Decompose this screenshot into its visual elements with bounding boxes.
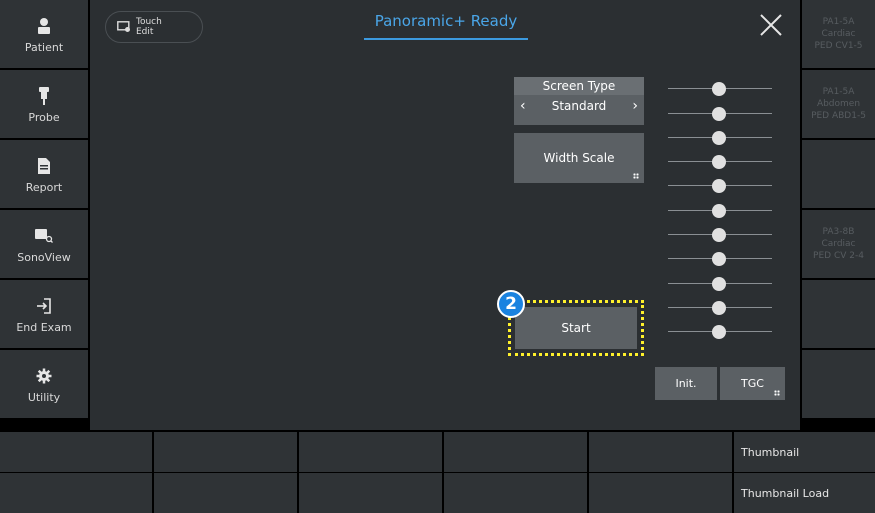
tgc-slider-knob[interactable] (712, 277, 726, 291)
tgc-slider-knob[interactable] (712, 131, 726, 145)
touch-edit-button[interactable]: Touch Edit (105, 11, 203, 43)
probe-preset: PED CV 2-4 (813, 251, 864, 261)
sidebar-item-patient[interactable]: Patient (0, 0, 88, 68)
bottom-cell[interactable] (589, 473, 732, 513)
screen-type-value: Standard (551, 99, 607, 113)
sidebar-item-label: Report (25, 180, 63, 194)
sidebar-item-end-exam[interactable]: End Exam (0, 280, 88, 348)
left-sidebar: Patient Probe Report SonoView End Exam U… (0, 0, 88, 430)
screen-type-label: Screen Type (514, 77, 644, 95)
tgc-slider-knob[interactable] (712, 301, 726, 315)
start-label: Start (561, 321, 591, 335)
tgc-slider[interactable] (668, 179, 772, 193)
probe-preset-1[interactable]: PA1-5A Cardiac PED CV1-5 (802, 0, 875, 68)
sidebar-item-label: Patient (24, 40, 64, 54)
probe-model: PA3-8B (822, 227, 855, 237)
bottom-cell[interactable] (444, 432, 587, 472)
tgc-button[interactable]: TGC (720, 367, 785, 400)
bottom-cell[interactable] (154, 473, 297, 513)
tgc-slider[interactable] (668, 204, 772, 218)
probe-application: Cardiac (821, 239, 856, 249)
grip-dots-icon (774, 390, 780, 396)
screen-type-control: Screen Type ‹ Standard › (514, 77, 644, 125)
tgc-slider[interactable] (668, 228, 772, 242)
tgc-slider[interactable] (668, 155, 772, 169)
chevron-right-icon[interactable]: › (632, 98, 638, 114)
tgc-slider-knob[interactable] (712, 252, 726, 266)
width-scale-label: Width Scale (543, 151, 615, 165)
probe-preset-6[interactable] (802, 350, 875, 418)
person-icon (36, 15, 52, 37)
tgc-slider-knob[interactable] (712, 82, 726, 96)
thumbnail-button[interactable]: Thumbnail (734, 432, 875, 472)
probe-preset: PED CV1-5 (814, 41, 863, 51)
probe-model: PA1-5A (822, 17, 855, 27)
thumbnail-label: Thumbnail (741, 445, 800, 459)
sidebar-item-report[interactable]: Report (0, 140, 88, 208)
probe-icon (38, 85, 50, 107)
sidebar-item-utility[interactable]: Utility (0, 350, 88, 418)
start-button[interactable]: Start (515, 307, 637, 349)
tgc-slider-knob[interactable] (712, 228, 726, 242)
probe-preset-2[interactable]: PA1-5A Abdomen PED ABD1-5 (802, 70, 875, 138)
gear-icon (36, 365, 52, 387)
page-title: Panoramic+ Ready (364, 10, 528, 40)
document-icon (38, 155, 50, 177)
tgc-slider[interactable] (668, 107, 772, 121)
tgc-slider-knob[interactable] (712, 179, 726, 193)
probe-preset-3[interactable] (802, 140, 875, 208)
step-badge: 2 (497, 290, 525, 318)
sidebar-item-sonoview[interactable]: SonoView (0, 210, 88, 278)
bottom-cell[interactable] (299, 432, 442, 472)
bottom-cell[interactable] (589, 432, 732, 472)
tgc-slider[interactable] (668, 277, 772, 291)
bottom-cell[interactable] (0, 432, 152, 472)
sidebar-item-label: Probe (28, 110, 60, 124)
tgc-slider-knob[interactable] (712, 107, 726, 121)
main-panel: Touch Edit Panoramic+ Ready Screen Type ‹… (90, 0, 800, 430)
tgc-slider[interactable] (668, 301, 772, 315)
tgc-slider[interactable] (668, 131, 772, 145)
touch-edit-icon (117, 18, 131, 37)
touch-edit-label-top: Touch (136, 17, 162, 27)
tgc-label: TGC (741, 377, 764, 390)
tgc-slider[interactable] (668, 325, 772, 339)
probe-preset-5[interactable] (802, 280, 875, 348)
tgc-slider-knob[interactable] (712, 204, 726, 218)
sidebar-item-label: Utility (27, 390, 61, 404)
grip-dots-icon (633, 173, 639, 179)
width-scale-button[interactable]: Width Scale (514, 133, 644, 183)
tgc-slider-knob[interactable] (712, 155, 726, 169)
sidebar-item-label: End Exam (16, 320, 72, 334)
bottom-cell[interactable] (299, 473, 442, 513)
sidebar-item-label: SonoView (17, 250, 71, 264)
exit-icon (36, 295, 52, 317)
start-highlight: Start (508, 300, 644, 356)
bottom-cell[interactable] (154, 432, 297, 472)
tgc-slider[interactable] (668, 82, 772, 96)
probe-model: PA1-5A (822, 87, 855, 97)
tgc-slider[interactable] (668, 252, 772, 266)
sidebar-item-probe[interactable]: Probe (0, 70, 88, 138)
bottom-cell[interactable] (444, 473, 587, 513)
touch-edit-label-bottom: Edit (136, 27, 154, 37)
init-label: Init. (675, 377, 697, 390)
thumbnail-load-label: Thumbnail Load (741, 486, 830, 500)
probe-preset-4[interactable]: PA3-8B Cardiac PED CV 2-4 (802, 210, 875, 278)
tgc-slider-knob[interactable] (712, 325, 726, 339)
probe-preset: PED ABD1-5 (811, 111, 866, 121)
thumbnail-load-button[interactable]: Thumbnail Load (734, 473, 875, 513)
probe-application: Abdomen (816, 99, 861, 109)
init-button[interactable]: Init. (655, 367, 717, 400)
bottom-cell[interactable] (0, 473, 152, 513)
probe-application: Cardiac (821, 29, 856, 39)
close-icon[interactable] (758, 12, 784, 38)
image-search-icon (35, 225, 53, 247)
